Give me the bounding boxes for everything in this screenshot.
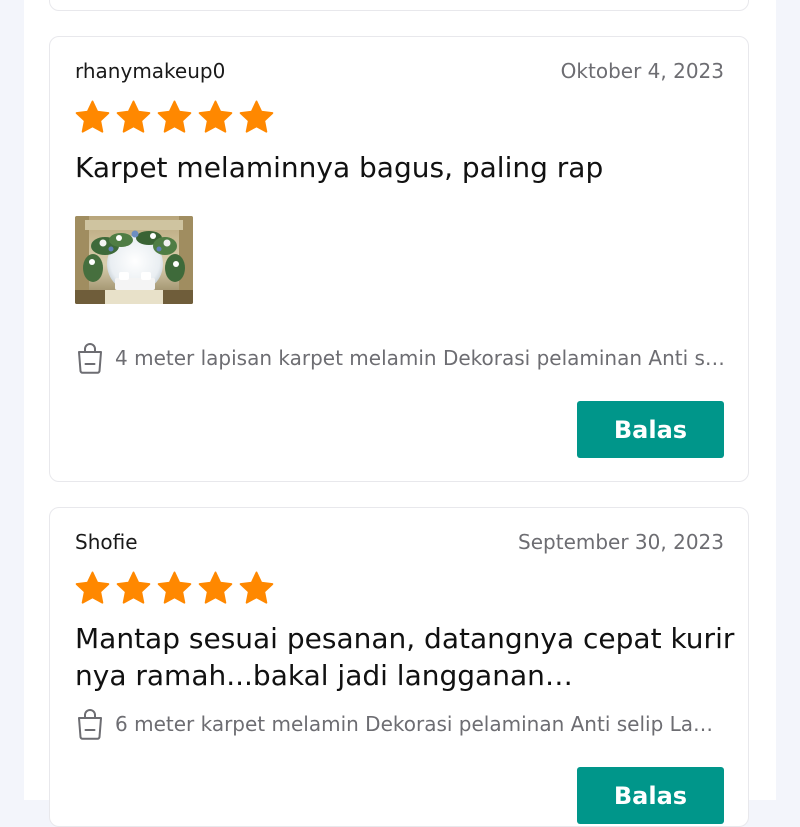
star-icon: [75, 571, 110, 604]
reviewer-name: Shofie: [75, 530, 138, 554]
star-icon: [116, 571, 151, 604]
reviewer-name: rhanymakeup0: [75, 59, 226, 83]
review-text: Mantap sesuai pesanan, datangnya cepat k…: [75, 622, 735, 692]
review-list: rhanymakeup0 Oktober 4, 2023 Karpet mela…: [24, 0, 776, 827]
shopping-bag-icon: [78, 709, 102, 740]
star-icon: [75, 100, 110, 133]
reply-button[interactable]: Balas: [577, 767, 724, 824]
star-icon: [157, 100, 192, 133]
reply-button[interactable]: Balas: [577, 401, 724, 458]
product-link[interactable]: 6 meter karpet melamin Dekorasi pelamina…: [75, 708, 725, 740]
review-photo[interactable]: [75, 216, 193, 304]
review-card: Shofie September 30, 2023 Mantap sesuai …: [49, 507, 749, 827]
star-icon: [198, 100, 233, 133]
star-icon: [157, 571, 192, 604]
wedding-decoration-image: [75, 216, 193, 304]
shopping-bag-icon: [78, 343, 102, 374]
star-icon: [116, 100, 151, 133]
review-date: September 30, 2023: [518, 530, 724, 554]
review-card: rhanymakeup0 Oktober 4, 2023 Karpet mela…: [49, 36, 749, 482]
review-card-previous: [49, 0, 749, 11]
product-name: 6 meter karpet melamin Dekorasi pelamina…: [115, 712, 725, 736]
star-rating: [74, 99, 275, 135]
star-icon: [239, 571, 274, 604]
star-icon: [239, 100, 274, 133]
review-text: Karpet melaminnya bagus, paling rap: [75, 151, 604, 184]
product-name: 4 meter lapisan karpet melamin Dekorasi …: [115, 346, 725, 370]
star-icon: [198, 571, 233, 604]
star-rating: [74, 570, 275, 606]
review-date: Oktober 4, 2023: [560, 59, 724, 83]
product-link[interactable]: 4 meter lapisan karpet melamin Dekorasi …: [75, 342, 725, 374]
